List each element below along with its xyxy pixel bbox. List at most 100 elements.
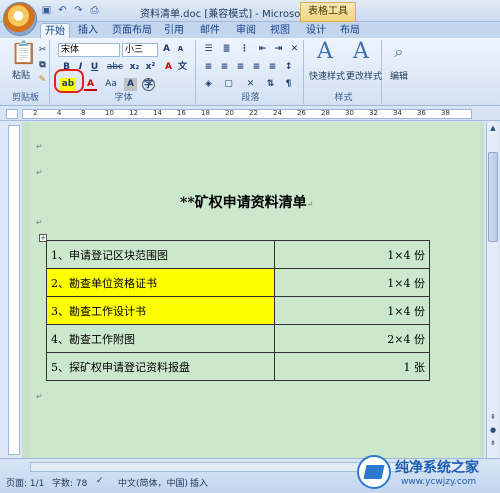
ruler-number: 28 (321, 109, 330, 117)
ruler-number: 12 (129, 109, 138, 117)
table-row[interactable]: 5、探矿权申请登记资料报盘 1 张 (46, 352, 430, 381)
clear-format-icon[interactable]: A (162, 61, 175, 74)
strikethrough-button[interactable]: abc (106, 61, 124, 74)
item-name-cell[interactable]: 1、申请登记区块范围图 (46, 240, 275, 269)
tab-selector[interactable] (6, 109, 18, 119)
justify-icon[interactable]: ≡ (250, 61, 263, 74)
page-indicator[interactable]: 页面: 1/1 (6, 476, 44, 489)
item-name-cell[interactable]: 3、勘查工作设计书 (46, 296, 275, 325)
quick-styles-label[interactable]: 快速样式 (309, 69, 345, 82)
quick-styles-icon[interactable]: A (312, 40, 338, 64)
increase-indent-icon[interactable]: ⇥ (272, 43, 285, 56)
ruler-number: 4 (57, 109, 62, 117)
item-qty-cell[interactable]: 1 张 (274, 352, 430, 381)
title-bar: ▣ ↶ ↷ ⎙ 资料清单.doc [兼容模式] - Microsoft ... … (0, 0, 500, 36)
save-icon[interactable]: ▣ (40, 4, 53, 17)
tab-insert[interactable]: 插入 (74, 23, 102, 39)
binoculars-icon[interactable]: ⌕ (388, 40, 410, 64)
ruler-number: 22 (249, 109, 258, 117)
tab-view[interactable]: 视图 (268, 23, 292, 39)
cut-icon[interactable]: ✂ (36, 44, 49, 57)
line-spacing-icon[interactable]: ↕ (282, 61, 295, 74)
table-row[interactable]: 4、勘查工作附图 2×4 份 (46, 324, 430, 353)
copy-icon[interactable]: ⧉ (36, 59, 49, 72)
clipboard-group: 📋 粘贴 ✂ ⧉ ✎ 剪贴板 (2, 40, 50, 104)
paragraph-group: ☰ ≣ ⋮ ⇤ ⇥ ✕ ≡ ≡ ≡ ≡ ≡ ↕ ◈ ▢ ✕ ⇅ ¶ 段落 (198, 40, 304, 104)
ruler-number: 10 (105, 109, 114, 117)
underline-button[interactable]: U (88, 61, 101, 74)
horizontal-ruler[interactable]: 2 4 8 10 12 14 16 18 20 22 24 26 28 30 32 34 36 38 (22, 109, 472, 119)
office-button[interactable] (3, 2, 37, 36)
tab-page-layout[interactable]: 页面布局 (110, 23, 154, 39)
redo-icon[interactable]: ↷ (72, 4, 85, 17)
grow-font-icon[interactable]: A (160, 43, 173, 56)
editing-group: ⌕ 编辑 (384, 40, 414, 104)
item-name-cell[interactable]: 2、勘查单位资格证书 (46, 268, 275, 297)
tab-layout[interactable]: 布局 (338, 23, 362, 39)
item-name-cell[interactable]: 4、勘查工作附图 (46, 324, 275, 353)
document-page[interactable]: ↵ ↵ **矿权申请资料清单↵ ↵ + 1、申请登记区块范围图 1×4 份 2、勘查… (30, 122, 480, 458)
print-icon[interactable]: ⎙ (88, 4, 101, 17)
item-qty-cell[interactable]: 1×4 份 (274, 240, 430, 269)
styles-group-label: 样式 (334, 93, 353, 103)
prev-page-icon[interactable]: ⇞ (488, 412, 498, 422)
change-styles-icon[interactable]: A (348, 40, 374, 64)
ruler-number: 18 (201, 109, 210, 117)
tab-review[interactable]: 审阅 (234, 23, 258, 39)
change-styles-label[interactable]: 更改样式 (346, 69, 382, 82)
proofing-icon[interactable]: ✓ (96, 476, 104, 486)
select-browse-icon[interactable]: ● (488, 425, 498, 435)
ruler-number: 24 (273, 109, 282, 117)
vertical-scrollbar[interactable]: ▲ ⇞ ● ⇟ (486, 122, 498, 458)
font-name-select[interactable]: 宋体 (58, 43, 120, 57)
paragraph-mark: ↵ (36, 168, 43, 177)
scroll-up-icon[interactable]: ▲ (488, 123, 498, 133)
align-center-icon[interactable]: ≡ (218, 61, 231, 74)
insert-mode[interactable]: 插入 (190, 476, 208, 489)
ruler-number: 8 (81, 109, 86, 117)
item-qty-cell[interactable]: 1×4 份 (274, 296, 430, 325)
distributed-icon[interactable]: ≡ (266, 61, 279, 74)
table-row[interactable]: 3、勘查工作设计书 1×4 份 (46, 296, 430, 325)
item-name-cell[interactable]: 5、探矿权申请登记资料报盘 (46, 352, 275, 381)
tab-mailings[interactable]: 邮件 (198, 23, 222, 39)
tab-references[interactable]: 引用 (162, 23, 186, 39)
decrease-indent-icon[interactable]: ⇤ (256, 43, 269, 56)
vertical-ruler[interactable] (8, 125, 20, 455)
watermark-title: 纯净系统之家 (395, 460, 479, 476)
ribbon-tabs: 开始 插入 页面布局 引用 邮件 审阅 视图 设计 布局 (0, 22, 500, 39)
table-row[interactable]: 1、申请登记区块范围图 1×4 份 (46, 240, 430, 269)
chinese-layout-icon[interactable]: ✕ (288, 43, 301, 56)
bullets-icon[interactable]: ☰ (202, 43, 215, 56)
superscript-button[interactable]: x² (144, 61, 157, 74)
ruler-number: 38 (441, 109, 450, 117)
align-right-icon[interactable]: ≡ (234, 61, 247, 74)
watermark-logo-icon (357, 455, 391, 489)
align-left-icon[interactable]: ≡ (202, 61, 215, 74)
undo-icon[interactable]: ↶ (56, 4, 69, 17)
tab-home[interactable]: 开始 (40, 23, 70, 39)
item-qty-cell[interactable]: 1×4 份 (274, 268, 430, 297)
next-page-icon[interactable]: ⇟ (488, 438, 498, 448)
ruler-number: 16 (177, 109, 186, 117)
table-row[interactable]: 2、勘查单位资格证书 1×4 份 (46, 268, 430, 297)
word-count[interactable]: 字数: 78 (52, 476, 87, 489)
highlight-callout (54, 69, 84, 93)
editing-label[interactable]: 编辑 (390, 69, 408, 82)
format-painter-icon[interactable]: ✎ (36, 74, 49, 87)
tab-design[interactable]: 设计 (304, 23, 328, 39)
language-indicator[interactable]: 中文(简体，中国) (118, 476, 188, 489)
phonetic-guide-icon[interactable]: 文 (176, 61, 189, 74)
paste-icon[interactable]: 📋 (10, 42, 37, 66)
paste-label[interactable]: 粘贴 (12, 68, 30, 81)
item-qty-cell[interactable]: 2×4 份 (274, 324, 430, 353)
watermark-url: www.ycwjzy.com (401, 477, 477, 487)
font-size-select[interactable]: 小三 (122, 43, 158, 57)
shrink-font-icon[interactable]: A (174, 43, 187, 56)
document-area: ↵ ↵ **矿权申请资料清单↵ ↵ + 1、申请登记区块范围图 1×4 份 2、勘查… (22, 122, 484, 458)
subscript-button[interactable]: x₂ (128, 61, 141, 74)
scroll-thumb[interactable] (488, 152, 498, 242)
numbering-icon[interactable]: ≣ (220, 43, 233, 56)
materials-table[interactable]: 1、申请登记区块范围图 1×4 份 2、勘查单位资格证书 1×4 份 3、勘查工作设计书… (46, 240, 430, 381)
multilevel-list-icon[interactable]: ⋮ (238, 43, 251, 56)
